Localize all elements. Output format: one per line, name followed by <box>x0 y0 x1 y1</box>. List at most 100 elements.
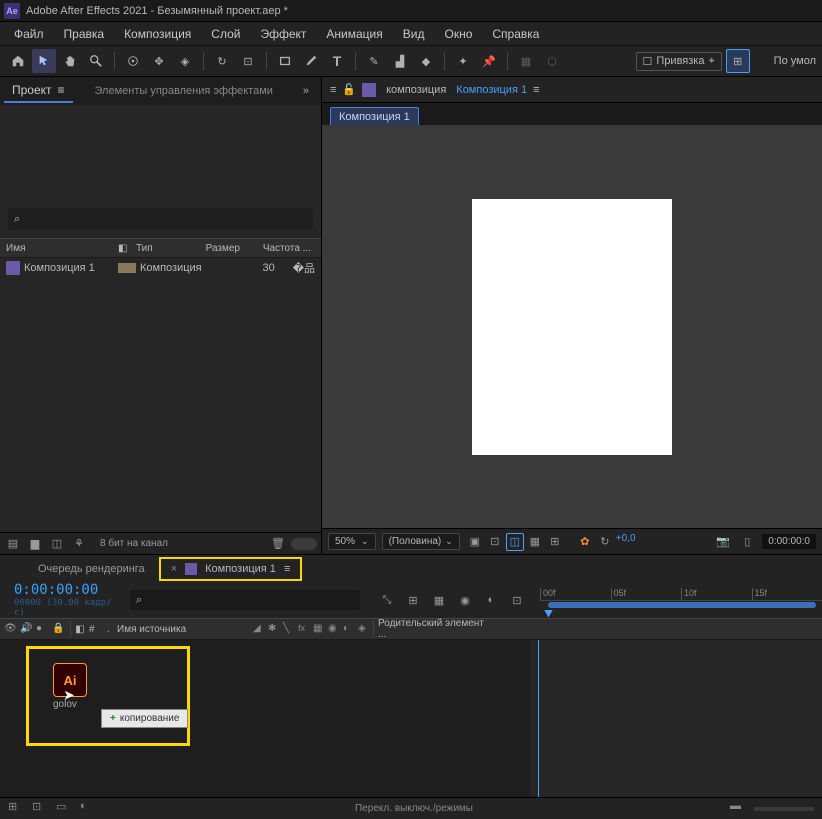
tab-menu-icon[interactable]: ≡ <box>284 563 290 575</box>
draft-3d-icon[interactable]: ⊞ <box>402 589 424 611</box>
menu-edit[interactable]: Правка <box>54 23 115 45</box>
color-mgmt-icon[interactable]: ✿ <box>576 533 594 551</box>
zoom-slider[interactable] <box>754 807 814 811</box>
puppet-tool[interactable]: 📌 <box>477 49 501 73</box>
graph-editor-icon[interactable]: ⊡ <box>506 589 528 611</box>
new-comp-icon[interactable]: ◫ <box>48 535 66 553</box>
menu-file[interactable]: Файл <box>4 23 54 45</box>
selection-tool[interactable] <box>32 49 56 73</box>
zoom-tool[interactable] <box>84 49 108 73</box>
rectangle-tool[interactable] <box>273 49 297 73</box>
viewer-timecode[interactable]: 0:00:00:0 <box>762 534 816 549</box>
col-name[interactable]: Имя <box>6 243 118 254</box>
label-col-icon[interactable]: ◧ <box>71 624 89 635</box>
adjustment-switch-icon[interactable]: ◐ <box>343 623 356 636</box>
render-queue-tab[interactable]: Очередь рендеринга <box>24 557 159 581</box>
illustrator-file-icon[interactable]: Ai ➤ <box>53 663 87 697</box>
guides-icon[interactable]: ▦ <box>526 533 544 551</box>
home-tool[interactable] <box>6 49 30 73</box>
interpret-icon[interactable]: ▤ <box>4 535 22 553</box>
pen-tool[interactable] <box>299 49 323 73</box>
menu-animation[interactable]: Анимация <box>316 23 392 45</box>
lock-icon[interactable]: 🔓 <box>342 83 356 96</box>
menu-layer[interactable]: Слой <box>201 23 250 45</box>
type-tool[interactable]: T <box>325 49 349 73</box>
toggle-render-icon[interactable]: ◐ <box>80 800 98 818</box>
transparency-grid-icon[interactable]: ▣ <box>466 533 484 551</box>
mesh-icon[interactable]: ▦ <box>514 49 538 73</box>
source-name-col[interactable]: Имя источника <box>113 624 253 635</box>
menu-effect[interactable]: Эффект <box>250 23 316 45</box>
settings-icon[interactable]: ⚘ <box>70 535 88 553</box>
orbit-tool[interactable] <box>121 49 145 73</box>
composition-canvas[interactable] <box>472 199 672 455</box>
toggle-switches-icon[interactable]: ⊞ <box>8 800 26 818</box>
toggle-modes-icon[interactable]: ⊡ <box>32 800 50 818</box>
shy-switch-icon[interactable]: ◢ <box>253 623 266 636</box>
menu-window[interactable]: Окно <box>434 23 482 45</box>
number-col[interactable]: # <box>89 624 107 635</box>
current-timecode[interactable]: 0:00:00:00 <box>14 582 116 598</box>
resolution-dropdown[interactable]: (Половина)⌄ <box>382 533 460 550</box>
menu-help[interactable]: Справка <box>482 23 549 45</box>
solo-toggle-icon[interactable]: ● <box>36 623 49 636</box>
timeline-comp-tab[interactable]: × Композиция 1 ≡ <box>159 557 303 581</box>
brush-tool[interactable]: ✎ <box>362 49 386 73</box>
rotation-tool[interactable]: ↻ <box>210 49 234 73</box>
project-tab[interactable]: Проект ≡ <box>4 79 73 103</box>
zoom-out-icon[interactable]: ▬ <box>730 800 748 818</box>
graph-icon[interactable]: ⬡ <box>540 49 564 73</box>
fx-switch-icon[interactable]: fx <box>298 623 311 636</box>
flowchart-icon[interactable]: �品 <box>293 260 315 276</box>
layer-list-area[interactable]: Ai ➤ golov + копирование <box>0 640 530 797</box>
close-tab-icon[interactable]: × <box>171 563 177 575</box>
menu-view[interactable]: Вид <box>393 23 435 45</box>
3d-switch-icon[interactable]: ◈ <box>358 623 371 636</box>
trash-icon[interactable]: 🗑 <box>269 535 287 553</box>
snapshot-icon[interactable]: 📷 <box>714 533 732 551</box>
canvas-area[interactable] <box>322 125 822 528</box>
pan-behind-tool[interactable]: ✥ <box>147 49 171 73</box>
project-search[interactable]: ⌕ <box>8 208 313 230</box>
comp-mini-flowchart-icon[interactable]: ⤡ <box>376 589 398 611</box>
parent-col[interactable]: Родительский элемент ... <box>374 618 494 640</box>
viewer-menu-icon[interactable]: ≡ <box>330 84 336 96</box>
frame-blend-icon[interactable]: ◉ <box>454 589 476 611</box>
eraser-tool[interactable]: ◆ <box>414 49 438 73</box>
toggle-switch[interactable] <box>291 538 317 550</box>
track-area[interactable] <box>530 640 822 797</box>
switches-modes-label[interactable]: Перекл. выключ./режимы <box>104 803 724 814</box>
hand-tool[interactable] <box>58 49 82 73</box>
motion-blur-icon[interactable]: ◐ <box>480 589 502 611</box>
viewer-subtab[interactable]: Композиция 1 <box>330 107 419 127</box>
zoom-dropdown[interactable]: 50%⌄ <box>328 533 376 550</box>
work-area-bar[interactable] <box>548 602 816 608</box>
mask-visibility-icon[interactable]: ⊡ <box>486 533 504 551</box>
frameblend-switch-icon[interactable]: ▦ <box>313 623 326 636</box>
project-item-row[interactable]: Композиция 1 Композиция 30 �品 <box>0 258 321 278</box>
lock-toggle-icon[interactable]: 🔒 <box>52 623 65 636</box>
reset-exposure-icon[interactable]: ↻ <box>596 533 614 551</box>
show-snapshot-icon[interactable]: ▯ <box>738 533 756 551</box>
snap-toggle[interactable]: ☐ Привязка ⌖ <box>636 52 722 71</box>
col-tag-icon[interactable]: ◧ <box>118 243 136 254</box>
toggle-in-out-icon[interactable]: ▭ <box>56 800 74 818</box>
timeline-search[interactable]: ⌕ <box>130 590 360 610</box>
mask-mode-icon[interactable]: ⊞ <box>726 49 750 73</box>
col-size[interactable]: Размер <box>198 243 240 254</box>
stamp-tool[interactable]: ▟ <box>388 49 412 73</box>
viewer-crumb-active[interactable]: Композиция 1 <box>456 84 527 96</box>
panel-menu-icon[interactable]: ≡ <box>58 83 65 97</box>
channel-icon[interactable]: ⊞ <box>546 533 564 551</box>
menu-composition[interactable]: Композиция <box>114 23 201 45</box>
video-toggle-icon[interactable]: 👁 <box>4 623 17 636</box>
region-icon[interactable]: ◫ <box>506 533 524 551</box>
col-type[interactable]: Тип <box>136 243 198 254</box>
new-folder-icon[interactable]: ▆ <box>26 535 44 553</box>
motionblur-switch-icon[interactable]: ◉ <box>328 623 341 636</box>
expand-panel-icon[interactable]: » <box>295 85 317 97</box>
exposure-value[interactable]: +0,0 <box>616 533 636 551</box>
color-label[interactable] <box>118 263 136 273</box>
shy-icon[interactable]: ▦ <box>428 589 450 611</box>
workspace-label[interactable]: По умол <box>774 55 816 67</box>
